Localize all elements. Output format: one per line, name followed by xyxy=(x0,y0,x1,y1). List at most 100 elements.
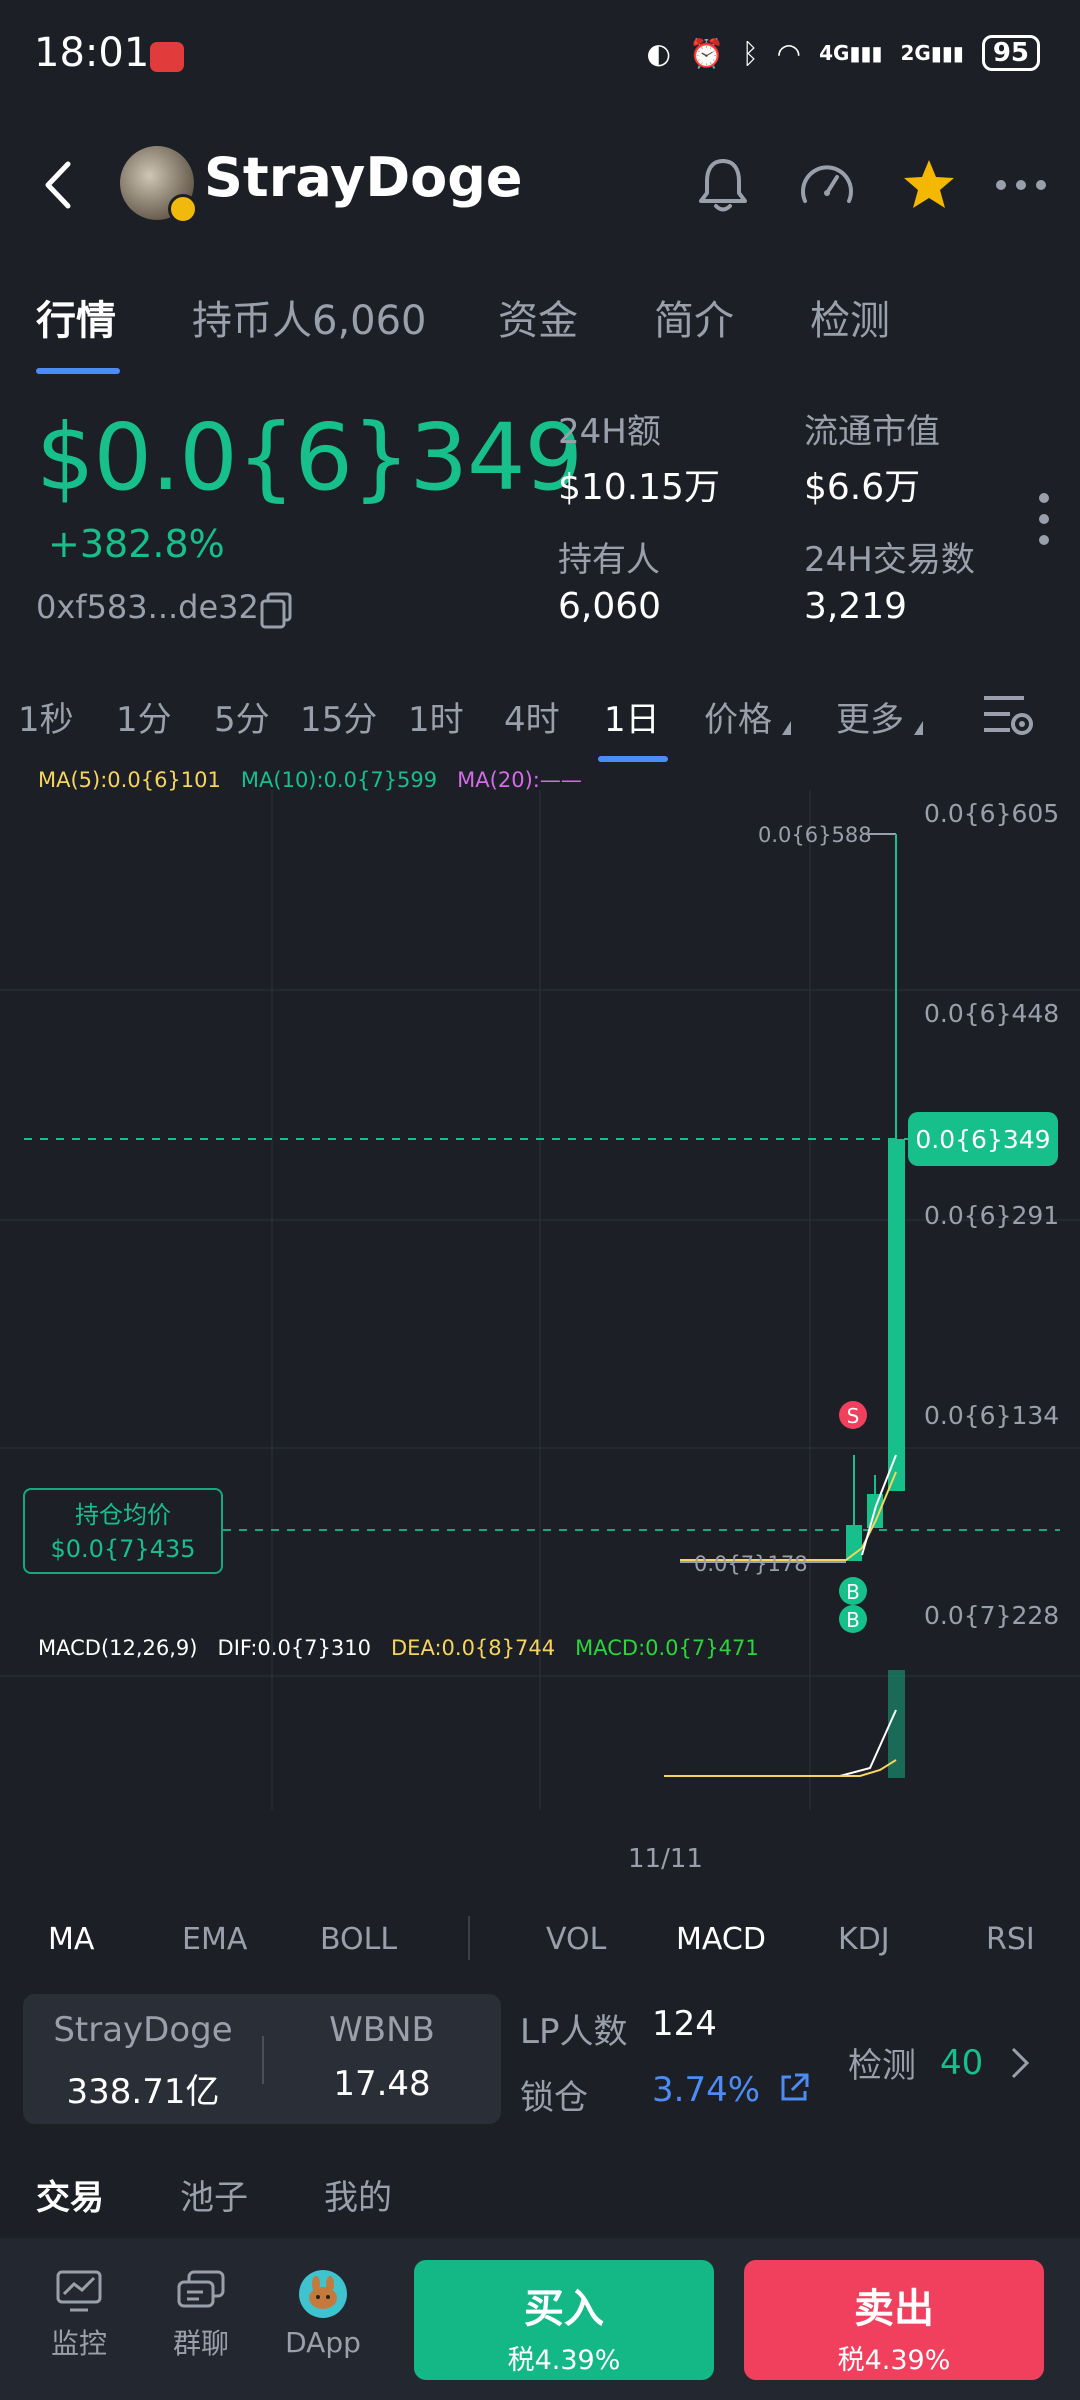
copy-address-button[interactable] xyxy=(258,590,294,630)
monitor-icon xyxy=(56,2270,102,2312)
price-chart[interactable]: S B B 0.0{6}605 0.0{6}448 0.0{6}291 0.0{… xyxy=(0,790,1080,1850)
indicator-kdj[interactable]: KDJ xyxy=(838,1922,890,1957)
holders-value: 6,060 xyxy=(558,586,662,627)
indicator-ma[interactable]: MA xyxy=(48,1922,94,1957)
notification-bell-button[interactable] xyxy=(690,150,756,220)
buy-marker[interactable]: B xyxy=(839,1605,867,1633)
lock-value-link[interactable]: 3.74% xyxy=(652,2070,811,2110)
token-name: StrayDoge xyxy=(204,146,523,209)
buy-label: 买入 xyxy=(524,2286,604,2332)
bottom-tab-trade[interactable]: 交易 xyxy=(36,2170,104,2219)
dropdown-triangle-icon xyxy=(914,721,923,735)
candle xyxy=(846,1525,862,1561)
volume-value: $10.15万 xyxy=(558,467,720,508)
gauge-icon xyxy=(801,165,853,203)
token-avatar xyxy=(120,146,198,224)
check-score-button[interactable]: 检测 40 xyxy=(848,2038,1031,2087)
avg-cost-box: 持仓均价 $0.0{7}435 xyxy=(23,1488,223,1574)
pool-divider xyxy=(262,2036,264,2084)
buy-button[interactable]: 买入 税4.39% xyxy=(414,2260,714,2380)
dea-line xyxy=(664,1759,897,1777)
y-tick-label: 0.0{6}448 xyxy=(924,999,1059,1028)
nav-monitor-label: 监控 xyxy=(50,2327,107,2360)
sell-tax: 税4.39% xyxy=(837,2345,951,2376)
pool-token-label: StrayDoge xyxy=(53,2010,233,2050)
price-change: +382.8% xyxy=(48,522,225,566)
nav-dapp[interactable]: DApp xyxy=(268,2268,378,2359)
more-menu-dropdown[interactable]: 更多 xyxy=(836,692,923,741)
x-axis-date: 11/11 xyxy=(628,1844,703,1874)
dif-line xyxy=(664,1709,897,1777)
indicator-macd[interactable]: MACD xyxy=(676,1922,766,1957)
volume-label: 24H额 xyxy=(558,412,661,452)
y-tick-label: 0.0{7}228 xyxy=(924,1601,1059,1630)
market-cap-value: $6.6万 xyxy=(804,467,921,508)
lp-count-value: 124 xyxy=(652,2004,717,2044)
chat-icon xyxy=(177,2270,225,2308)
settings-sliders-icon xyxy=(984,696,1033,735)
interval-1d[interactable]: 1日 xyxy=(604,692,660,741)
indicator-rsi[interactable]: RSI xyxy=(986,1922,1035,1957)
price-menu-dropdown[interactable]: 价格 xyxy=(704,692,791,741)
y-tick-label: 0.0{6}605 xyxy=(924,799,1059,828)
current-price-tag: 0.0{6}349 xyxy=(908,1112,1058,1166)
sell-marker-label: S xyxy=(847,1404,860,1428)
nav-chat[interactable]: 群聊 xyxy=(146,2268,256,2362)
macd-value: MACD:0.0{7}471 xyxy=(575,1636,759,1660)
bnb-chain-icon xyxy=(168,194,198,224)
more-menu-button[interactable] xyxy=(988,150,1054,220)
buy-marker-label: B xyxy=(846,1580,860,1604)
interval-1s[interactable]: 1秒 xyxy=(18,692,74,741)
stats-more-button[interactable] xyxy=(1036,492,1052,546)
current-price: $0.0{6}349 xyxy=(36,404,583,511)
dropdown-triangle-icon xyxy=(782,721,791,735)
bottom-tab-pool[interactable]: 池子 xyxy=(180,2170,248,2219)
interval-15m[interactable]: 15分 xyxy=(300,692,377,741)
avg-cost-label: 持仓均价 xyxy=(75,1501,171,1529)
indicator-divider xyxy=(468,1916,470,1960)
buy-marker[interactable]: B xyxy=(839,1577,867,1605)
avg-cost-value: $0.0{7}435 xyxy=(50,1535,196,1563)
price-menu-label: 价格 xyxy=(704,700,772,740)
dea-value: DEA:0.0{8}744 xyxy=(391,1636,556,1660)
star-icon xyxy=(904,160,954,208)
nav-monitor[interactable]: 监控 xyxy=(24,2268,134,2362)
ma5-value: MA(5):0.0{6}101 xyxy=(38,768,221,792)
interval-1h[interactable]: 1时 xyxy=(408,692,464,741)
indicator-boll[interactable]: BOLL xyxy=(320,1922,397,1957)
pool-quote-label: WBNB xyxy=(329,2010,435,2050)
low-value-label: 0.0{7}178 xyxy=(694,1552,808,1576)
speed-gauge-button[interactable] xyxy=(794,150,860,220)
ma10-value: MA(10):0.0{7}599 xyxy=(240,768,438,792)
check-score-value: 40 xyxy=(940,2042,984,2083)
status-icons: ◐ ⏰ ᛒ ◠ 4G▮▮▮ 2G▮▮▮ 95 xyxy=(646,30,1040,76)
back-button[interactable] xyxy=(36,150,82,220)
buy-marker-label: B xyxy=(846,1608,860,1632)
more-dots-icon xyxy=(996,180,1046,190)
interval-4h[interactable]: 4时 xyxy=(504,692,560,741)
tab-check[interactable]: 检测 xyxy=(810,288,890,346)
check-score-label: 检测 xyxy=(848,2046,916,2086)
interval-5m[interactable]: 5分 xyxy=(214,692,270,741)
nfc-icon: ◐ xyxy=(646,36,671,70)
tab-market[interactable]: 行情 xyxy=(36,288,116,346)
candle xyxy=(888,1139,905,1491)
interval-1m[interactable]: 1分 xyxy=(116,692,172,741)
tab-intro[interactable]: 简介 xyxy=(654,288,734,346)
sell-button[interactable]: 卖出 税4.39% xyxy=(744,2260,1044,2380)
indicator-vol[interactable]: VOL xyxy=(546,1922,606,1957)
sell-marker[interactable]: S xyxy=(839,1401,867,1429)
tab-funds[interactable]: 资金 xyxy=(498,288,578,346)
macd-params: MACD(12,26,9) xyxy=(38,1636,198,1660)
indicator-ema[interactable]: EMA xyxy=(182,1922,247,1957)
dif-value: DIF:0.0{7}310 xyxy=(217,1636,371,1660)
ma20-value: MA(20):—— xyxy=(457,768,582,792)
txns-label: 24H交易数 xyxy=(804,540,975,580)
tab-holders[interactable]: 持币人6,060 xyxy=(192,288,427,346)
favorite-button[interactable] xyxy=(896,150,962,220)
ma-legend: MA(5):0.0{6}101 MA(10):0.0{7}599 MA(20):… xyxy=(38,768,582,792)
copy-icon xyxy=(260,592,292,629)
macd-legend: MACD(12,26,9) DIF:0.0{7}310 DEA:0.0{8}74… xyxy=(38,1636,759,1660)
chart-settings-button[interactable] xyxy=(980,690,1036,742)
bottom-tab-mine[interactable]: 我的 xyxy=(324,2170,392,2219)
